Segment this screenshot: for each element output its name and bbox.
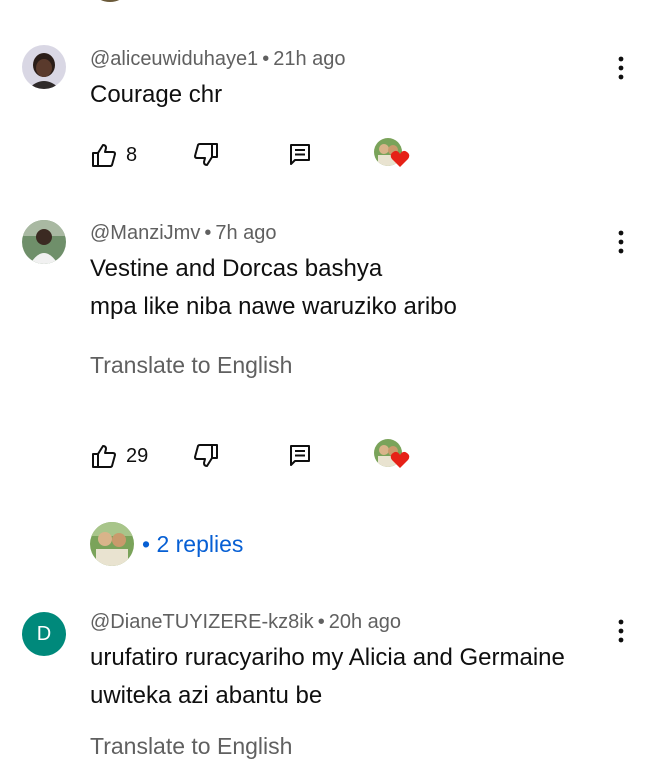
reply-button[interactable] (288, 138, 312, 172)
comment-line: uwiteka azi abantu be (90, 682, 323, 709)
comment-text: urufatiro ruracyariho my Alicia and Germ… (90, 639, 565, 715)
thumb-up-icon (92, 144, 116, 167)
like-count: 8 (126, 143, 138, 166)
view-replies-button[interactable]: • 2 replies (90, 521, 243, 567)
comment-line: Vestine and Dorcas bashya (90, 255, 383, 282)
thumb-down-icon (194, 143, 218, 166)
avatar-letter: D (36, 622, 52, 645)
comment-author[interactable]: @aliceuwiduhaye1 (90, 48, 258, 70)
avatar[interactable] (22, 220, 66, 264)
creator-heart-icon (390, 150, 410, 167)
creator-heart-icon (390, 451, 410, 468)
reply-comment-icon (290, 445, 310, 466)
translate-link[interactable]: Translate to English (90, 351, 292, 379)
comment-author[interactable]: @ManziJmv (90, 222, 200, 244)
comment-actions: 29 (0, 439, 661, 473)
reply-button[interactable] (288, 439, 312, 473)
avatar[interactable]: D (22, 612, 66, 656)
comment-time[interactable]: 7h ago (215, 222, 276, 244)
comment-text: Courage chr (90, 76, 222, 114)
creator-heart-badge (372, 439, 410, 473)
comment-meta: @aliceuwiduhaye1 • 21h ago (90, 47, 346, 71)
previous-comment-avatar-edge (96, 0, 124, 2)
thumb-up-icon (92, 445, 116, 468)
comment-meta: @DianeTUYIZERE-kz8ik • 20h ago (90, 610, 401, 634)
comment-line: mpa like niba nawe waruziko aribo (90, 293, 457, 320)
meta-separator: • (317, 611, 325, 633)
avatar[interactable] (22, 45, 66, 89)
like-button[interactable]: 8 (90, 138, 137, 172)
meta-separator: • (262, 48, 270, 70)
dislike-button[interactable] (192, 138, 220, 172)
creator-avatar (90, 522, 134, 566)
reply-comment-icon (290, 144, 310, 165)
comment-text: Vestine and Dorcas bashya mpa like niba … (90, 250, 457, 326)
translate-link[interactable]: Translate to English (90, 733, 292, 760)
user-avatar-image (22, 45, 66, 89)
comment-actions: 8 (0, 138, 661, 172)
comment-author[interactable]: @DianeTUYIZERE-kz8ik (90, 611, 314, 633)
user-avatar-image (22, 220, 66, 264)
replies-label[interactable]: • 2 replies (142, 531, 243, 558)
creator-heart-badge (372, 138, 410, 172)
comment-line: Courage chr (90, 81, 223, 108)
thumb-down-icon (194, 444, 218, 467)
meta-separator: • (204, 222, 212, 244)
dislike-button[interactable] (192, 439, 220, 473)
comment-line: urufatiro ruracyariho my Alicia and Germ… (90, 644, 565, 671)
comment-meta: @ManziJmv • 7h ago (90, 221, 277, 245)
like-button[interactable]: 29 (90, 439, 148, 473)
more-vertical-icon[interactable] (612, 618, 630, 644)
replies-count: 2 replies (156, 530, 244, 557)
like-count: 29 (126, 444, 149, 467)
comment-time[interactable]: 20h ago (329, 611, 401, 633)
comment-time[interactable]: 21h ago (273, 48, 345, 70)
more-vertical-icon[interactable] (612, 229, 630, 255)
more-vertical-icon[interactable] (612, 55, 630, 81)
replies-separator: • (142, 530, 151, 557)
